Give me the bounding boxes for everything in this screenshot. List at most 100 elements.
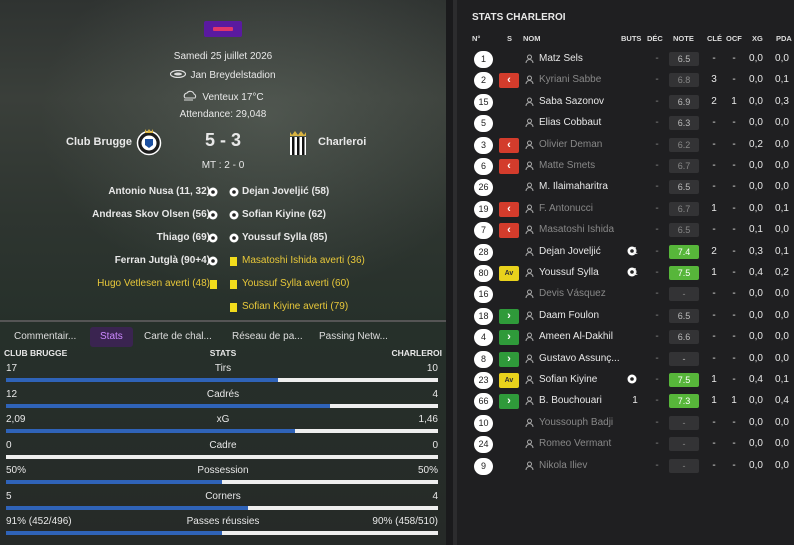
player-row[interactable]: 80 Av Youssuf Sylla 1-7.5 1-0,4 0,2 bbox=[457, 263, 794, 284]
player-name[interactable]: M. Ilaimaharitra bbox=[539, 181, 608, 192]
player-row[interactable]: 1 Matz Sels -6.5- -0,0 0,0 bbox=[457, 49, 794, 70]
player-xg: 0,0 bbox=[749, 352, 763, 364]
charleroi-crest-icon bbox=[287, 126, 309, 158]
stat-away-value: 0 bbox=[432, 440, 438, 451]
player-row[interactable]: 28 Dejan Joveljić 1-7.4 2-0,3 0,1 bbox=[457, 242, 794, 263]
player-xg: 0,0 bbox=[749, 288, 763, 300]
person-icon bbox=[525, 247, 534, 259]
col-header-s[interactable]: S bbox=[507, 34, 512, 43]
stat-bar bbox=[6, 480, 438, 484]
player-xg: 0,4 bbox=[749, 267, 763, 278]
player-name[interactable]: Matz Sels bbox=[539, 53, 583, 64]
player-row[interactable]: 9 Nikola Iliev - - - -0,0 0,0 bbox=[457, 456, 794, 477]
player-name[interactable]: Elias Cobbaut bbox=[539, 117, 601, 128]
tab-passing-network[interactable]: Passing Netw... bbox=[319, 327, 388, 347]
col-header-buts[interactable]: BUTS bbox=[621, 34, 641, 43]
player-row[interactable]: 15 Saba Sazonov -6.9 2 1 0,0 0,3 bbox=[457, 92, 794, 113]
home-event[interactable]: Hugo Vetlesen averti (48) bbox=[97, 278, 210, 289]
player-row[interactable]: 5 Elias Cobbaut -6.3- -0,0 0,0 bbox=[457, 113, 794, 134]
player-dec: - bbox=[655, 288, 659, 300]
player-row[interactable]: 16 Devis Vásquez - - - -0,0 0,0 bbox=[457, 284, 794, 305]
stats-header: CLUB BRUGGE STATS CHARLEROI bbox=[0, 348, 446, 360]
shirt-number: 7 bbox=[474, 222, 493, 240]
player-row[interactable]: 18 › Daam Foulon -6.5- -0,0 0,0 bbox=[457, 306, 794, 327]
player-name[interactable]: F. Antonucci bbox=[539, 203, 593, 214]
away-event[interactable]: Sofian Kiyine (62) bbox=[242, 209, 326, 220]
subbed-in-icon: › bbox=[499, 330, 519, 346]
shirt-number: 5 bbox=[474, 115, 493, 133]
panel-title: STATS CHARLEROI bbox=[472, 12, 566, 23]
player-row[interactable]: 24 Romeo Vermant - - - -0,0 0,0 bbox=[457, 434, 794, 455]
home-team-name[interactable]: Club Brugge bbox=[66, 136, 132, 148]
col-header-note[interactable]: NOTE bbox=[673, 34, 694, 43]
player-name[interactable]: Kyriani Sabbe bbox=[539, 74, 601, 85]
player-name[interactable]: Youssuf Sylla bbox=[539, 267, 599, 278]
player-row[interactable]: 6 ‹ Matte Smets -6.7- -0,0 0,0 bbox=[457, 156, 794, 177]
player-row[interactable]: 10 Youssouph Badji - - - -0,0 0,0 bbox=[457, 413, 794, 434]
player-rating: 6.5 bbox=[669, 308, 699, 323]
player-goals: 1 bbox=[632, 245, 638, 257]
player-name[interactable]: Olivier Deman bbox=[539, 139, 602, 150]
away-event[interactable]: Masatoshi Ishida averti (36) bbox=[242, 255, 365, 266]
player-name[interactable]: Matte Smets bbox=[539, 160, 595, 171]
shirt-number: 24 bbox=[474, 436, 493, 454]
player-dec: - bbox=[655, 267, 659, 278]
col-header-num[interactable]: N° bbox=[472, 34, 480, 43]
player-name[interactable]: Gustavo Assunç... bbox=[539, 353, 620, 364]
col-header-nom[interactable]: NOM bbox=[523, 34, 541, 43]
player-name[interactable]: Dejan Joveljić bbox=[539, 246, 601, 257]
col-header-xg[interactable]: XG bbox=[752, 34, 763, 43]
player-row[interactable]: 66 › B. Bouchouari 1-7.3 1 1 0,0 0,4 bbox=[457, 391, 794, 412]
col-header-dec[interactable]: DÉC bbox=[647, 34, 663, 43]
player-row[interactable]: 7 ‹ Masatoshi Ishida -6.5- -0,1 0,0 bbox=[457, 220, 794, 241]
shirt-number: 26 bbox=[474, 179, 493, 197]
event-row: Thiago (69) Youssuf Sylla (85) bbox=[0, 232, 446, 252]
player-name[interactable]: Nikola Iliev bbox=[539, 460, 587, 471]
player-rating: - bbox=[669, 351, 699, 366]
player-name[interactable]: Devis Vásquez bbox=[539, 288, 606, 299]
away-team-name[interactable]: Charleroi bbox=[318, 136, 366, 148]
player-xg: 0,0 bbox=[749, 181, 763, 193]
col-header-pda[interactable]: PDA bbox=[776, 34, 792, 43]
player-name[interactable]: Sofian Kiyine bbox=[539, 374, 597, 385]
tab-stats[interactable]: Stats bbox=[90, 327, 133, 347]
stat-bar bbox=[6, 378, 438, 382]
col-header-ocf[interactable]: OCF bbox=[726, 34, 742, 43]
col-header-cle[interactable]: CLÉ bbox=[707, 34, 722, 43]
away-event[interactable]: Dejan Joveljić (58) bbox=[242, 186, 329, 197]
away-event[interactable]: Youssuf Sylla averti (60) bbox=[242, 278, 349, 289]
player-row[interactable]: 4 › Ameen Al-Dakhil -6.6- -0,0 0,0 bbox=[457, 327, 794, 348]
player-row[interactable]: 19 ‹ F. Antonucci -6.7 1-0,0 0,1 bbox=[457, 199, 794, 220]
player-name[interactable]: Masatoshi Ishida bbox=[539, 224, 614, 235]
home-event[interactable]: Thiago (69) bbox=[157, 232, 210, 243]
player-pda: 0,0 bbox=[775, 117, 789, 129]
person-icon bbox=[525, 225, 534, 237]
match-weather: Venteux 17°C bbox=[0, 90, 446, 105]
away-event[interactable]: Sofian Kiyine averti (79) bbox=[242, 301, 348, 312]
player-row[interactable]: 3 ‹ Olivier Deman -6.2- -0,2 0,0 bbox=[457, 135, 794, 156]
player-name[interactable]: Saba Sazonov bbox=[539, 96, 604, 107]
home-event[interactable]: Antonio Nusa (11, 32) bbox=[108, 186, 210, 197]
away-event[interactable]: Youssuf Sylla (85) bbox=[242, 232, 327, 243]
player-row[interactable]: 8 › Gustavo Assunç... - - - -0,0 0,0 bbox=[457, 349, 794, 370]
player-name[interactable]: B. Bouchouari bbox=[539, 395, 602, 406]
subbed-in-icon: › bbox=[499, 308, 519, 324]
home-event[interactable]: Ferran Jutglà (90+4) bbox=[115, 255, 210, 266]
player-row[interactable]: 26 M. Ilaimaharitra -6.5- -0,0 0,0 bbox=[457, 177, 794, 198]
player-name[interactable]: Romeo Vermant bbox=[539, 438, 611, 449]
player-name[interactable]: Ameen Al-Dakhil bbox=[539, 331, 613, 342]
player-dec: - bbox=[655, 331, 659, 343]
player-pda: 0,0 bbox=[775, 53, 789, 64]
person-icon bbox=[525, 461, 534, 473]
player-name[interactable]: Youssouph Badji bbox=[539, 417, 613, 428]
player-name[interactable]: Daam Foulon bbox=[539, 310, 599, 321]
player-row[interactable]: 2 ‹ Kyriani Sabbe -6.8 3-0,0 0,1 bbox=[457, 70, 794, 91]
tab-carte-chaleur[interactable]: Carte de chal... bbox=[144, 327, 212, 347]
tab-reseau-passes[interactable]: Réseau de pa... bbox=[232, 327, 303, 347]
home-event[interactable]: Andreas Skov Olsen (56) bbox=[92, 209, 210, 220]
stat-bar-fill bbox=[6, 531, 222, 535]
subbed-out-icon: ‹ bbox=[499, 159, 519, 174]
goal-ball-icon bbox=[208, 256, 218, 269]
tab-commentaire[interactable]: Commentair... bbox=[14, 327, 76, 347]
player-row[interactable]: 23 Av Sofian Kiyine -7.5 1-0,4 0,1 bbox=[457, 370, 794, 391]
